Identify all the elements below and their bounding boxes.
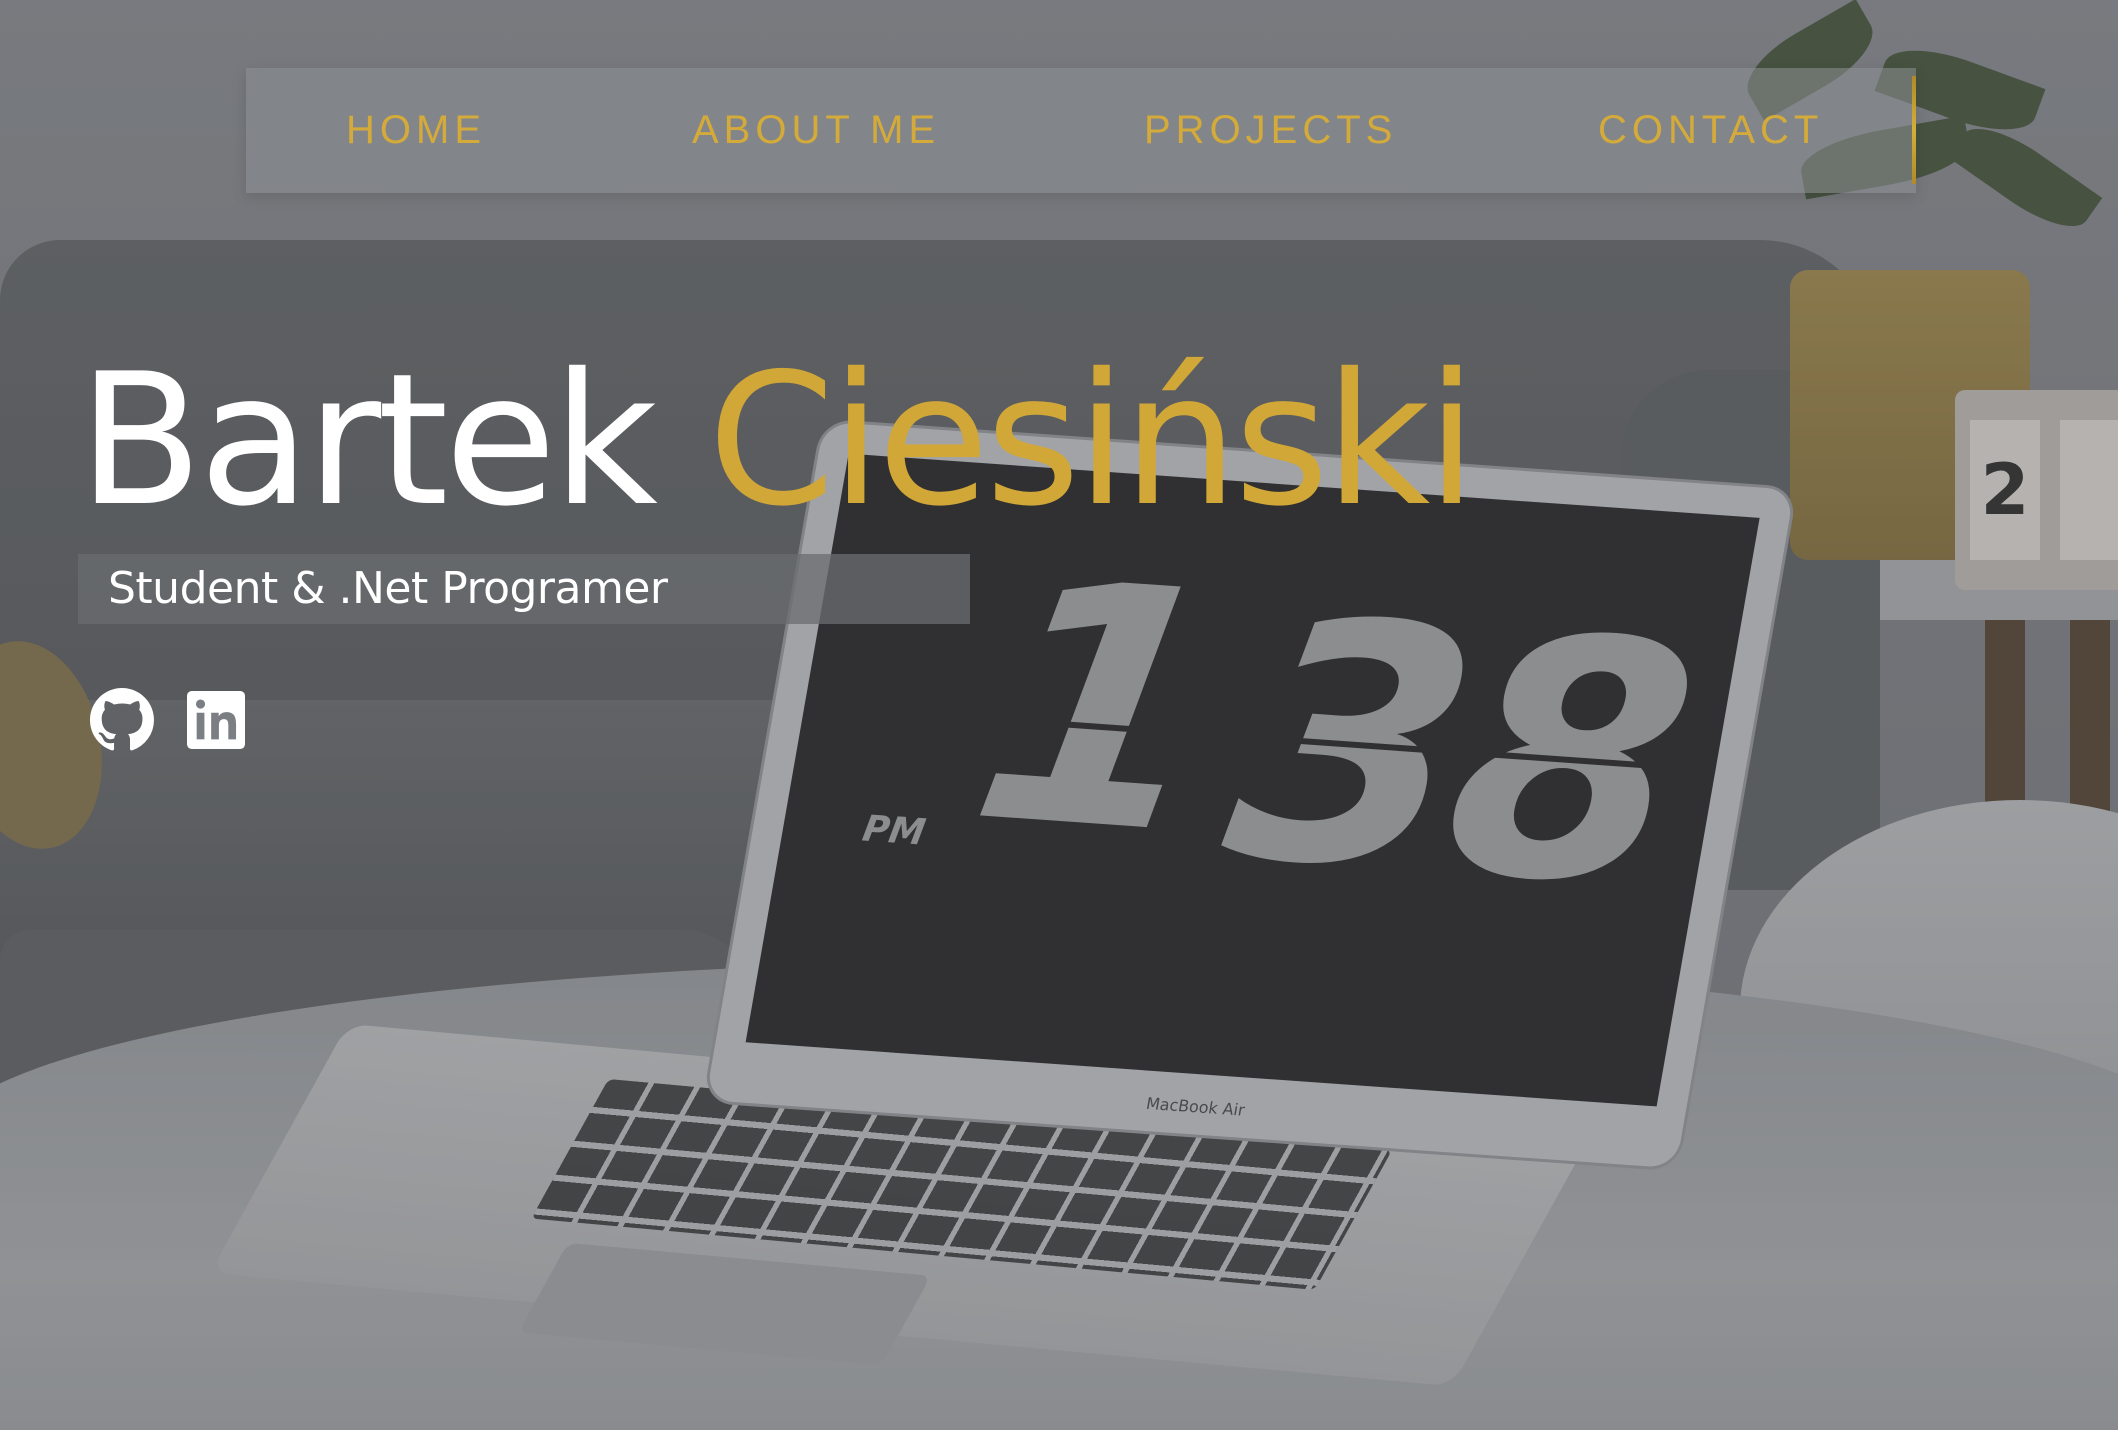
github-icon [90, 688, 154, 752]
hero-subtitle: Student & .Net Programer [108, 563, 668, 614]
nav-projects-link[interactable]: PROJECTS [1144, 68, 1397, 193]
nav-contact-link[interactable]: CONTACT [1598, 68, 1823, 193]
linkedin-icon [187, 691, 245, 749]
github-link[interactable] [88, 686, 156, 754]
background-overlay [0, 0, 2118, 1430]
main-navigation: HOME ABOUT ME PROJECTS CONTACT [246, 68, 1916, 193]
hero-last-name: Ciesiński [707, 334, 1477, 546]
hero-name-heading: Bartek Ciesiński [78, 340, 1477, 540]
nav-accent-bar [1912, 76, 1916, 184]
nav-home-link[interactable]: HOME [346, 68, 486, 193]
linkedin-link[interactable] [182, 686, 250, 754]
background-image: 2 1 38 PM MacBook Air [0, 0, 2118, 1430]
nav-about-me-link[interactable]: ABOUT ME [692, 68, 940, 193]
hero-subtitle-box: Student & .Net Programer [78, 554, 970, 624]
hero-section: 2 1 38 PM MacBook Air HOME ABOUT ME PROJ… [0, 0, 2118, 1430]
hero-first-name: Bartek [78, 334, 658, 546]
